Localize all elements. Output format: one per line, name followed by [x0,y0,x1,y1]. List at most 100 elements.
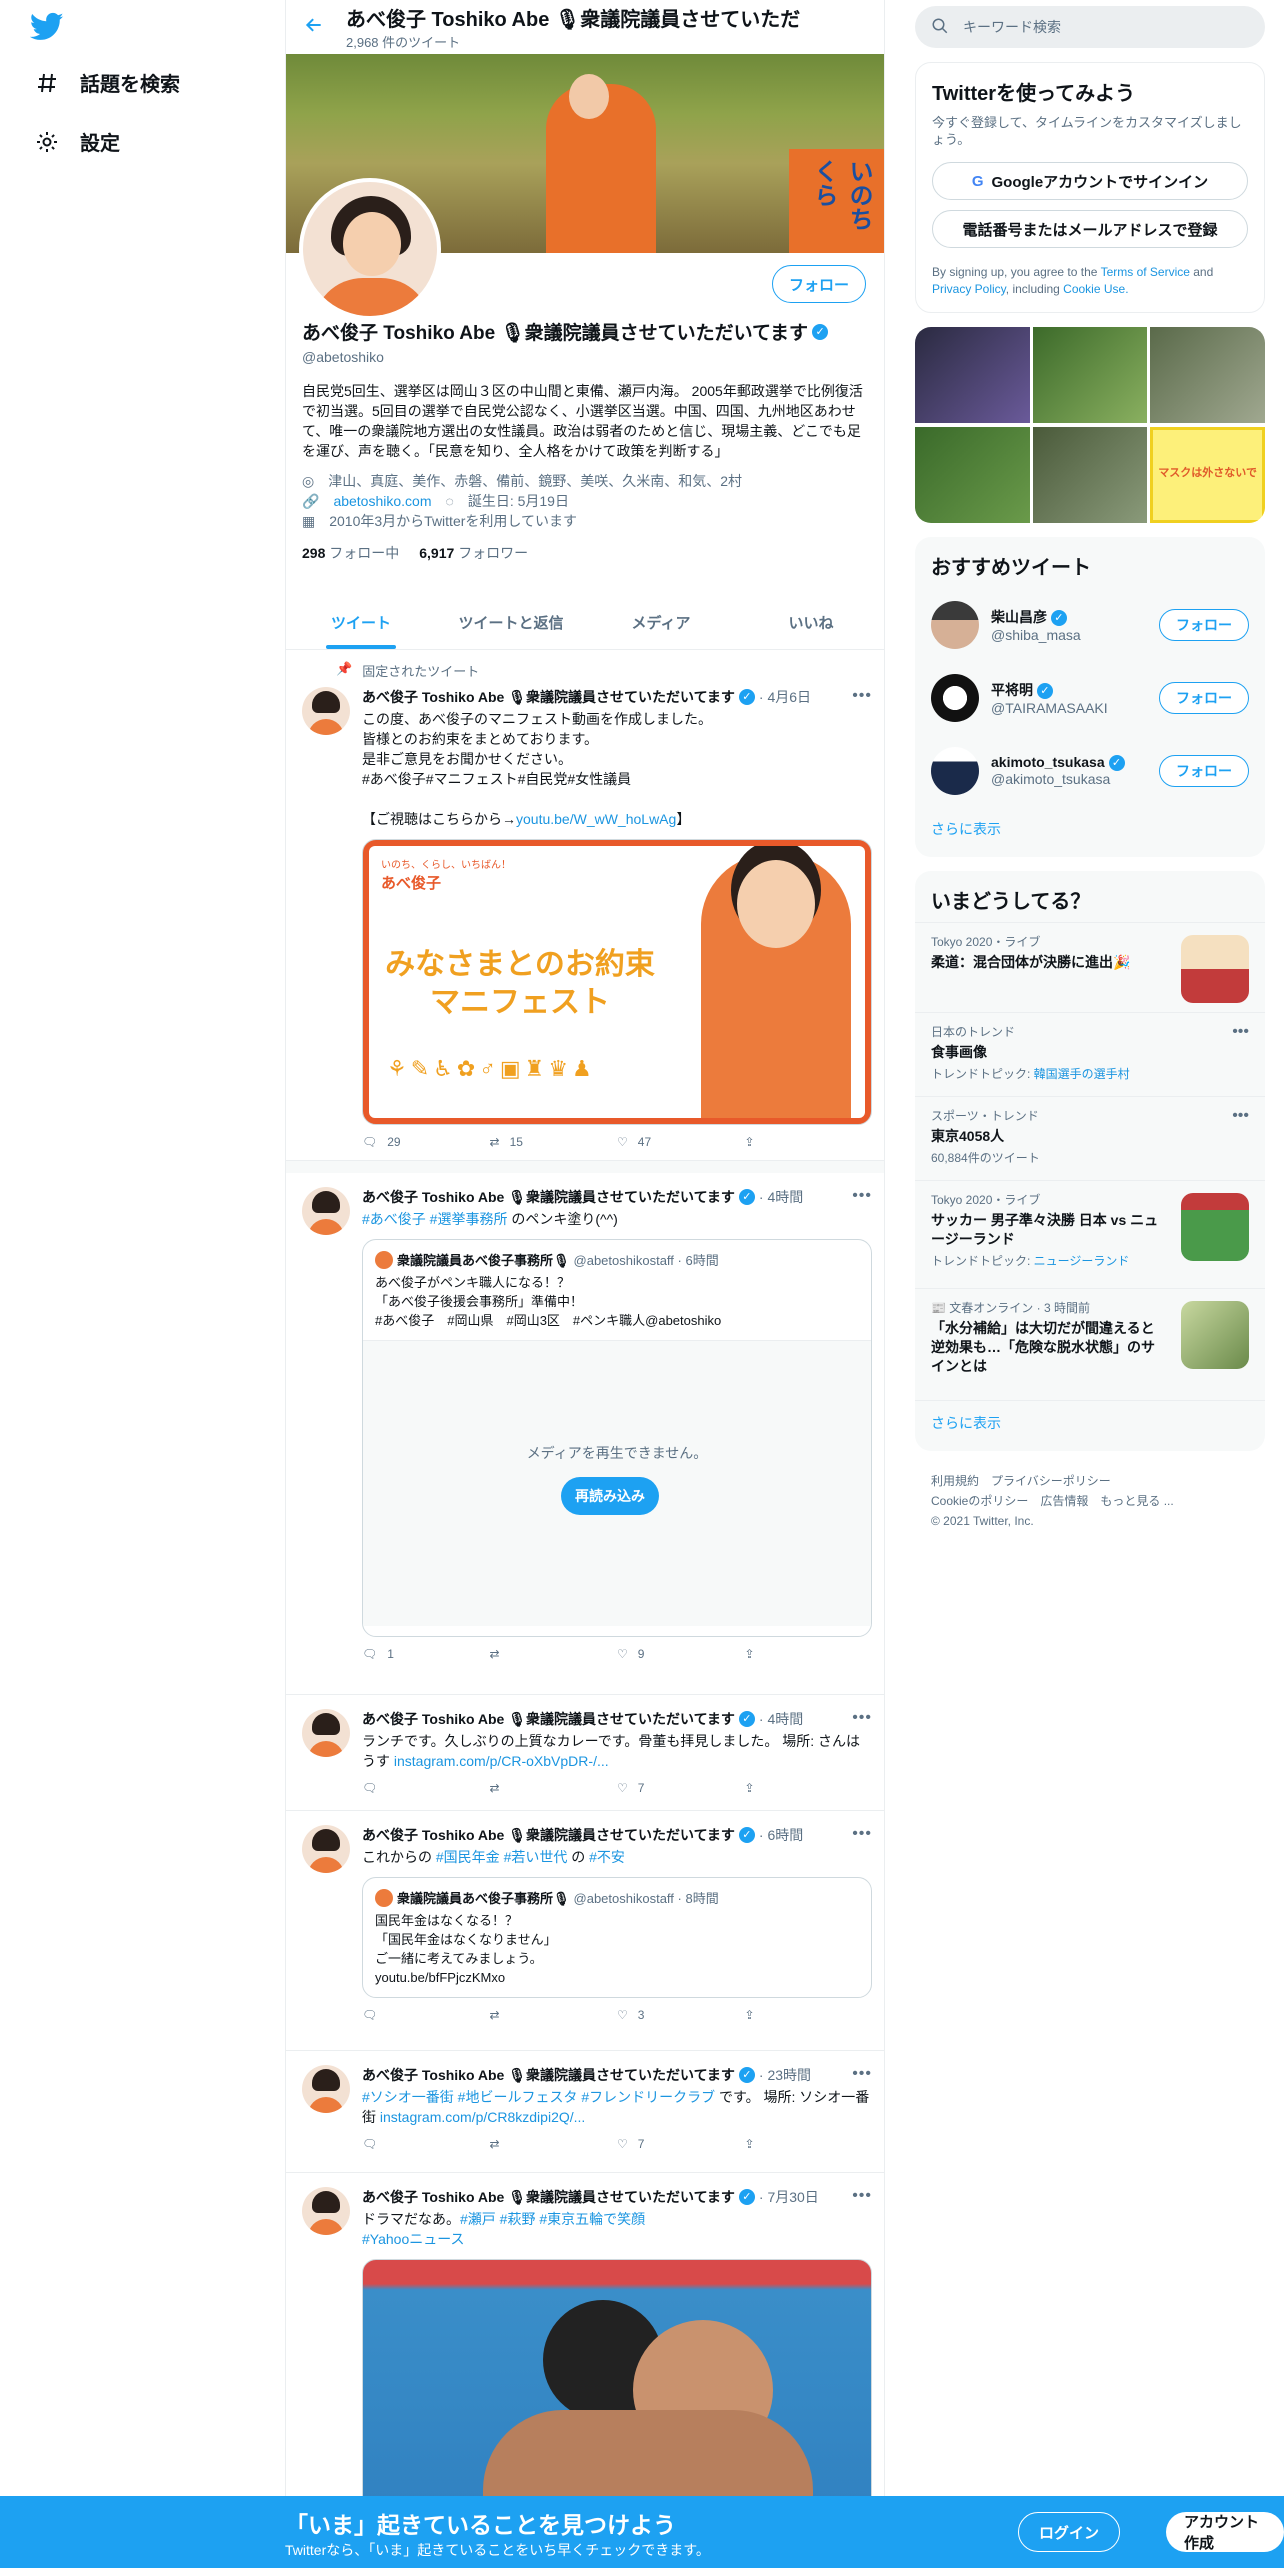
reply-button[interactable]: 🗨 29 [362,1135,490,1149]
tab-likes[interactable]: いいね [736,596,884,649]
tweet-author[interactable]: あべ俊子 Toshiko Abe 🎙衆議院議員させていただいてます [362,2065,735,2085]
tab-media[interactable]: メディア [586,596,736,649]
tweet-time[interactable]: · 23時間 [759,2065,811,2085]
reply-button[interactable]: 🗨 [362,2137,490,2151]
like-button[interactable]: ♡ 47 [617,1135,745,1149]
nav-settings[interactable]: 設定 [34,127,120,156]
quote-tweet[interactable]: 衆議院議員あべ俊子事務所🎙 @abetoshikostaff · 6時間 あべ俊子… [362,1239,872,1637]
share-button[interactable]: ⇪ [745,2008,873,2022]
retweet-button[interactable]: ⇄ [490,1781,618,1795]
media-grid[interactable]: マスクは外さないで [915,327,1265,523]
tweet[interactable]: ••• あべ俊子 Toshiko Abe 🎙衆議院議員させていただいてます ✓ · … [286,1173,884,1695]
tweet-hashtags[interactable]: #ソシオ一番街 #地ビールフェスタ #フレンドリークラブ [362,2089,715,2105]
trend-topic-link[interactable]: 韓国選手の選手村 [1034,1067,1130,1081]
media-thumb[interactable] [1150,327,1265,423]
retweet-button[interactable]: ⇄ [490,1647,618,1661]
like-button[interactable]: ♡ 9 [617,1647,745,1661]
follow-button[interactable]: フォロー [1159,608,1249,641]
suggestion-item[interactable]: 柴山昌彦 ✓ @shiba_masa フォロー [915,588,1265,661]
suggestion-item[interactable]: 平将明 ✓ @TAIRAMASAAKI フォロー [915,661,1265,734]
tab-tweets-replies[interactable]: ツイートと返信 [436,596,586,649]
avatar[interactable] [931,746,979,795]
tweet-link[interactable]: youtu.be/W_wW_hoLwAg [516,811,676,827]
trend-item[interactable]: Tokyo 2020・ライブ 柔道：混合団体が決勝に進出🎉 [915,922,1265,1012]
tweet-time[interactable]: · 4月6日 [759,687,811,707]
like-button[interactable]: ♡ 7 [617,1781,745,1795]
search-box[interactable]: キーワード検索 [915,6,1265,48]
avatar[interactable] [302,1187,350,1235]
tweet-time[interactable]: · 6時間 [759,1825,803,1845]
retweet-button[interactable]: ⇄ [490,2008,618,2022]
profile-avatar[interactable] [299,178,441,320]
footer-line[interactable]: 利用規約 プライバシーポリシー [931,1471,1249,1491]
trend-item[interactable]: 📰 文春オンライン · 3 時間前 「水分補給」は大切だが間違えると逆効果も…「… [915,1288,1265,1400]
share-button[interactable]: ⇪ [745,1135,873,1149]
reload-button[interactable]: 再読み込み [561,1477,659,1515]
retweet-button[interactable]: ⇄ 15 [490,1135,618,1149]
quote-tweet[interactable]: 衆議院議員あべ俊子事務所🎙 @abetoshikostaff · 8時間 国民年金… [362,1877,872,1998]
tweet-author[interactable]: あべ俊子 Toshiko Abe 🎙衆議院議員させていただいてます [362,1825,735,1845]
twitter-logo-icon[interactable] [29,12,64,42]
media-thumb[interactable] [915,327,1030,423]
tweet-author[interactable]: あべ俊子 Toshiko Abe 🎙衆議院議員させていただいてます [362,1709,735,1729]
reply-button[interactable]: 🗨 [362,1781,490,1795]
avatar[interactable] [931,673,979,722]
tweet-time[interactable]: · 4時間 [759,1709,803,1729]
following-link[interactable]: 298 フォロー中 [302,543,399,563]
trend-item[interactable]: Tokyo 2020・ライブ サッカー 男子準々決勝 日本 vs ニュージーラン… [915,1180,1265,1288]
search-input[interactable]: キーワード検索 [963,17,1061,37]
tweet-link[interactable]: instagram.com/p/CR8kzdipi2Q/... [380,2109,585,2125]
show-more-link[interactable]: さらに表示 [915,1400,1265,1451]
tweet[interactable]: ••• あべ俊子 Toshiko Abe 🎙衆議院議員させていただいてます ✓ · … [286,1695,884,1811]
media-player[interactable]: メディアを再生できません。 再読み込み [363,1340,871,1626]
terms-link[interactable]: Terms of Service [1101,265,1190,279]
avatar[interactable] [302,2187,350,2235]
avatar[interactable] [302,1825,350,1873]
tweet-hashtag[interactable]: #不安 [589,1849,625,1865]
trend-item[interactable]: 日本のトレンド 食事画像 トレンドトピック: 韓国選手の選手村 ••• [915,1012,1265,1096]
tweet-hashtags[interactable]: #国民年金 #若い世代 [436,1849,567,1865]
back-arrow-icon[interactable] [304,15,324,40]
more-icon[interactable]: ••• [1232,1107,1249,1125]
tweet-author[interactable]: あべ俊子 Toshiko Abe 🎙衆議院議員させていただいてます [362,1187,735,1207]
avatar[interactable] [302,2065,350,2113]
tweet[interactable]: ••• あべ俊子 Toshiko Abe 🎙衆議院議員させていただいてます ✓ · … [286,2051,884,2173]
tweet-media[interactable]: いのち、くらし、いちばん！ あべ俊子 みなさまとのお約束マニフェスト ⚘✎♿✿♂… [362,839,872,1125]
tweet-time[interactable]: · 4時間 [759,1187,803,1207]
tweet-link[interactable]: instagram.com/p/CR-oXbVpDR-/... [394,1753,609,1769]
follow-button[interactable]: フォロー [771,265,866,303]
more-icon[interactable]: ••• [1232,1023,1249,1041]
share-button[interactable]: ⇪ [745,1781,873,1795]
like-button[interactable]: ♡ 3 [617,2008,745,2022]
nav-explore[interactable]: 話題を検索 [34,68,180,97]
footer-line[interactable]: Cookieのポリシー 広告情報 もっと見る ... [931,1491,1249,1511]
tab-tweets[interactable]: ツイート [286,596,436,649]
google-signin-button[interactable]: G Googleアカウントでサインイン [932,162,1248,200]
signup-button[interactable]: アカウント作成 [1166,2512,1284,2552]
followers-link[interactable]: 6,917 フォロワー [419,543,528,563]
cookie-link[interactable]: Cookie Use. [1063,282,1128,296]
show-more-link[interactable]: さらに表示 [915,807,1265,857]
phone-signup-button[interactable]: 電話番号またはメールアドレスで登録 [932,210,1248,248]
tweet-hashtags[interactable]: #瀬戸 #萩野 #東京五輪で笑顔 [460,2211,645,2227]
follow-button[interactable]: フォロー [1159,681,1249,714]
trend-item[interactable]: スポーツ・トレンド 東京4058人 60,884件のツイート ••• [915,1096,1265,1180]
avatar[interactable] [931,600,979,649]
share-button[interactable]: ⇪ [745,2137,873,2151]
tweet-hashtags[interactable]: #あべ俊子 #選挙事務所 [362,1211,507,1227]
reply-button[interactable]: 🗨 [362,2008,490,2022]
tweet-time[interactable]: · 7月30日 [759,2187,819,2207]
tweet-author[interactable]: あべ俊子 Toshiko Abe 🎙衆議院議員させていただいてます [362,687,735,707]
media-thumb[interactable]: マスクは外さないで [1150,426,1265,523]
tweet-pinned[interactable]: 📌 固定されたツイート ••• あべ俊子 Toshiko Abe 🎙衆議院議員させ… [286,651,884,1161]
media-thumb[interactable] [1032,327,1148,423]
avatar[interactable] [302,1709,350,1757]
like-button[interactable]: ♡ 7 [617,2137,745,2151]
tweet-author[interactable]: あべ俊子 Toshiko Abe 🎙衆議院議員させていただいてます [362,2187,735,2207]
retweet-button[interactable]: ⇄ [490,2137,618,2151]
follow-button[interactable]: フォロー [1159,754,1249,787]
login-button[interactable]: ログイン [1018,2512,1121,2552]
media-thumb[interactable] [915,426,1030,523]
profile-website[interactable]: abetoshiko.com [333,491,431,511]
trend-topic-link[interactable]: ニュージーランド [1034,1254,1130,1268]
